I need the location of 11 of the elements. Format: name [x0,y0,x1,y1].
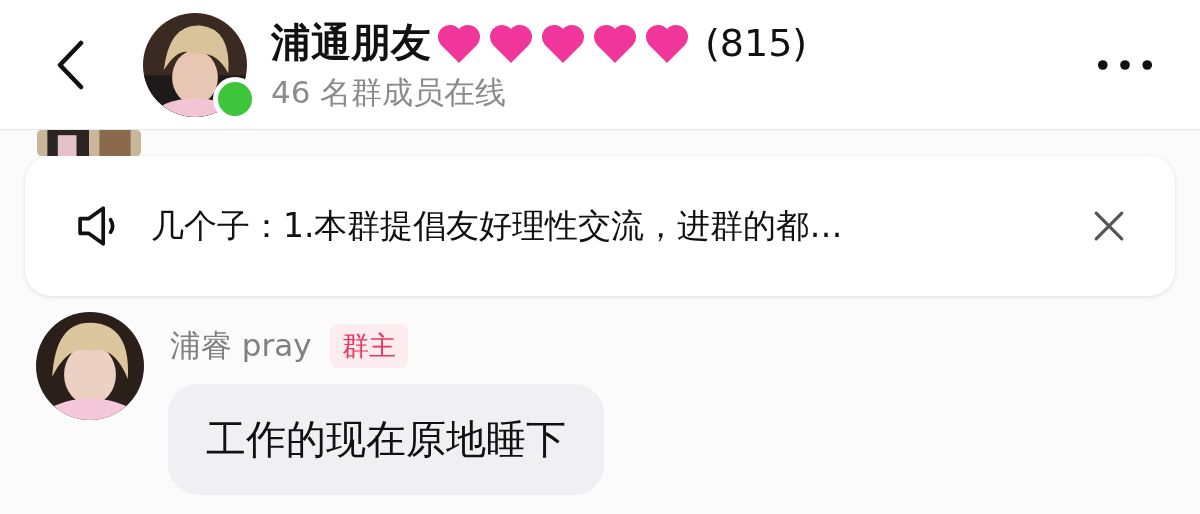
online-members-text: 46 名群成员在线 [271,73,508,112]
owner-badge: 群主 [329,324,408,368]
message-bubble: 工作的现在原地睡下 [168,384,604,495]
member-count: (815) [705,20,808,65]
more-icon[interactable] [1096,57,1154,72]
announcement-text: 几个子：1.本群提倡友好理性交流，进群的都… [151,204,844,247]
back-icon[interactable] [55,39,85,90]
announcement-card[interactable]: 几个子：1.本群提倡友好理性交流，进群的都… [25,156,1175,296]
close-icon[interactable] [1093,210,1125,242]
group-name: 浦通朋友 [271,18,431,67]
sender-name: 浦睿 pray [170,326,312,365]
